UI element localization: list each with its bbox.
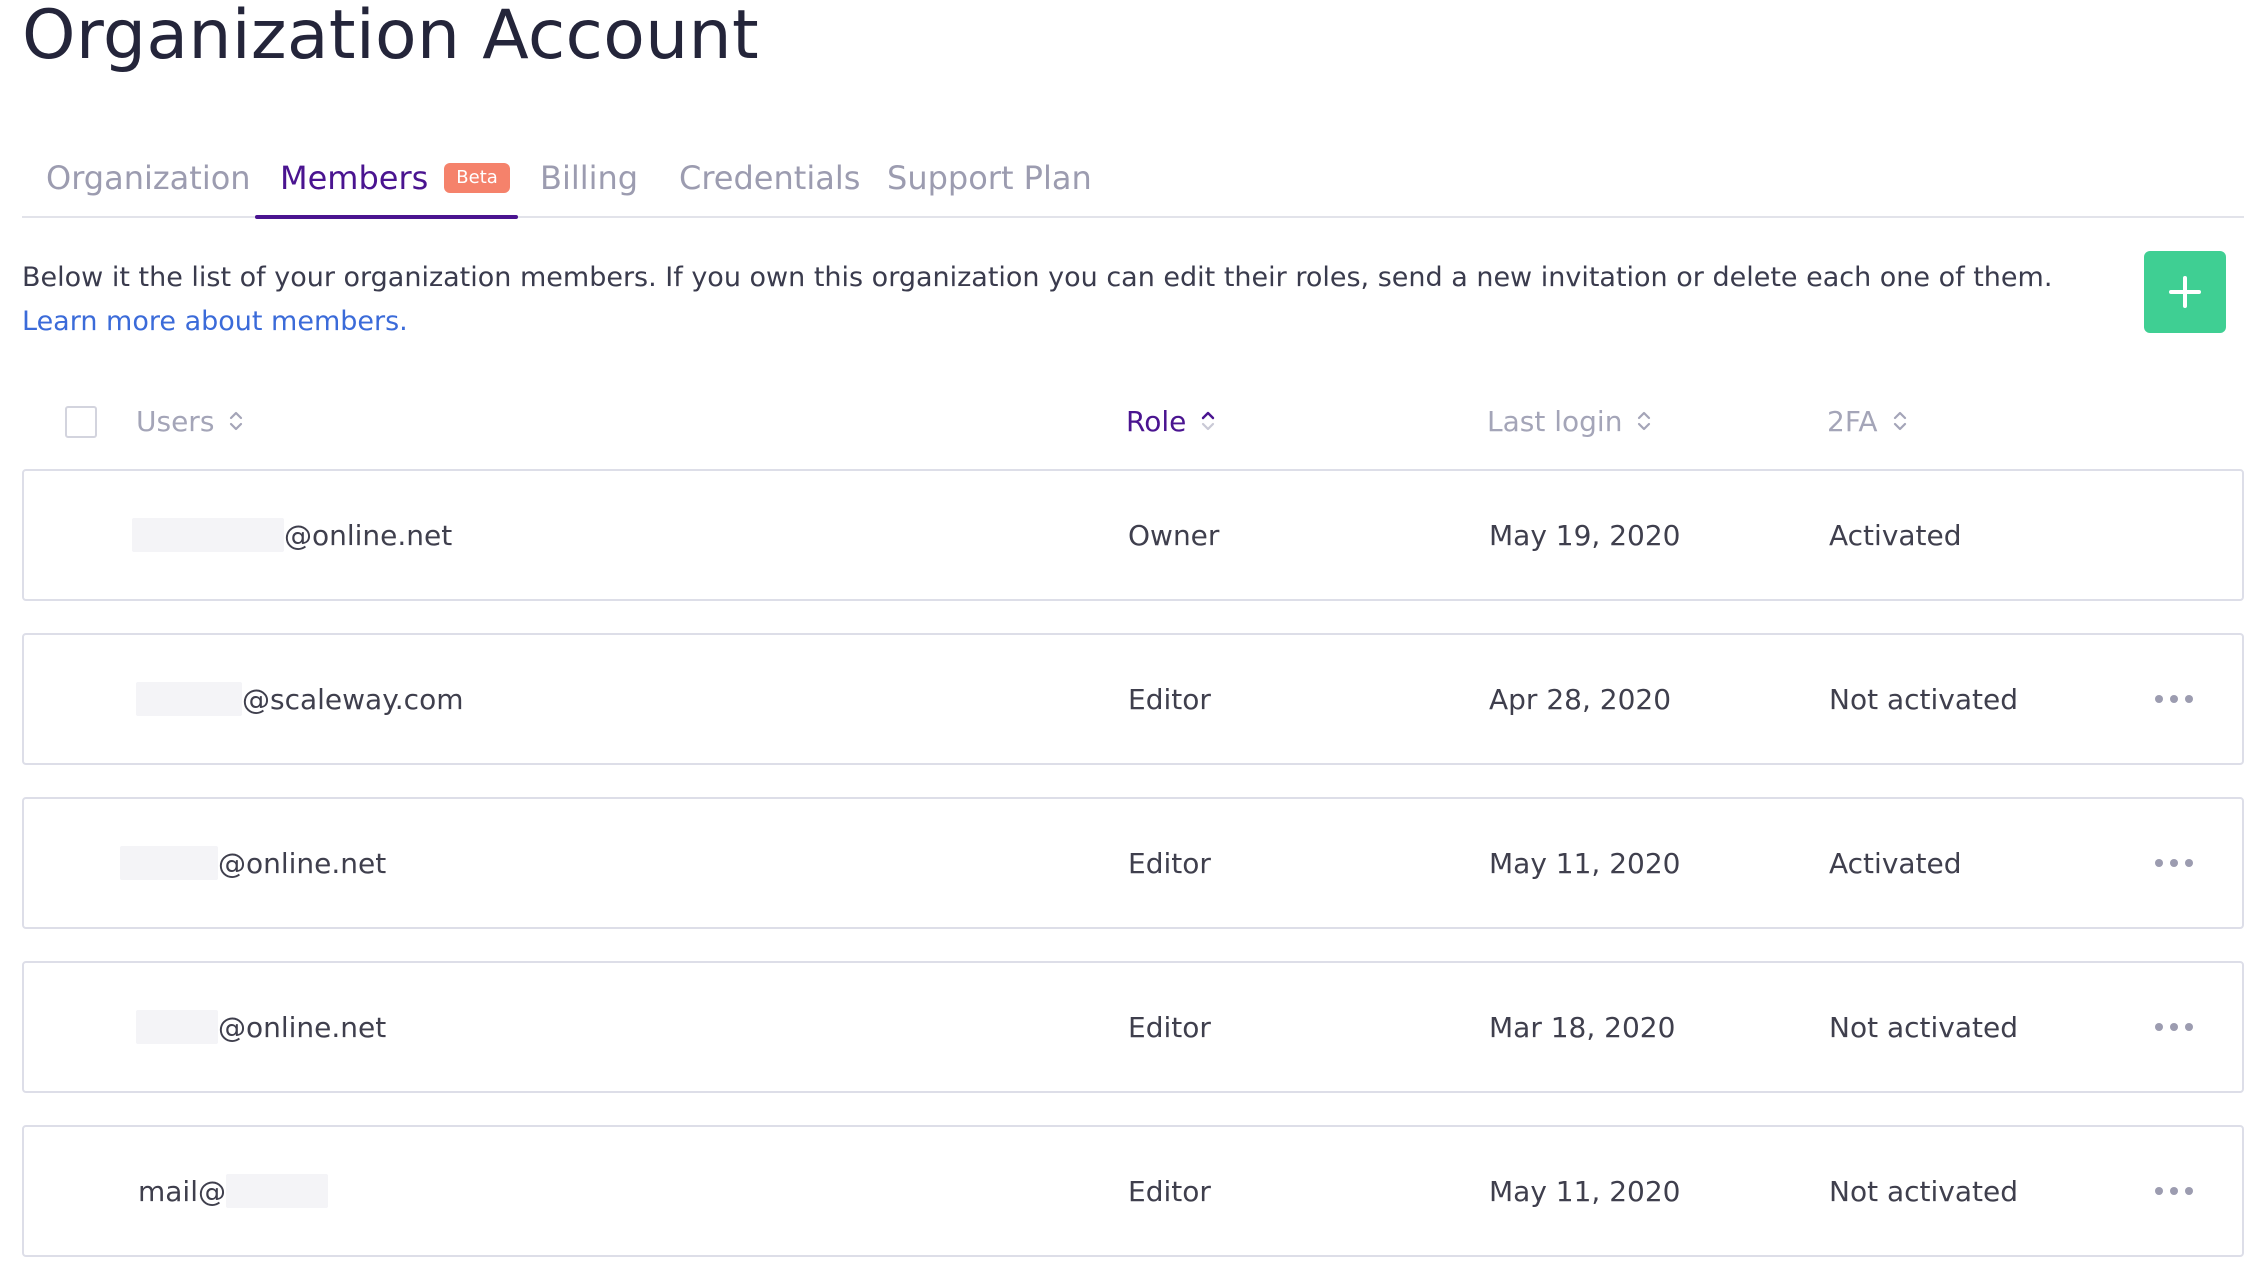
more-horizontal-icon [2155,695,2193,703]
tab-organization[interactable]: Organization [46,140,251,216]
twofa-cell: Activated [1829,846,1962,880]
last-login-cell: May 19, 2020 [1489,518,1681,552]
last-login-cell: May 11, 2020 [1489,846,1681,880]
column-label: Users [136,404,215,438]
more-options-button[interactable] [2146,1171,2202,1211]
role-cell: Editor [1128,1174,1211,1208]
column-label: Last login [1487,404,1623,438]
role-cell: Editor [1128,846,1211,880]
column-label: Role [1126,404,1187,438]
active-tab-indicator [255,215,518,219]
tab-billing[interactable]: Billing [540,140,638,216]
beta-badge: Beta [444,163,510,193]
column-label: 2FA [1827,404,1878,438]
sort-ascending-icon [1200,409,1216,433]
more-options-button[interactable] [2146,1007,2202,1047]
table-header: Users Role Last login 2FA [22,390,2244,452]
table-row[interactable]: @online.net Owner May 19, 2020 Activated [22,469,2244,601]
tab-support-plan[interactable]: Support Plan [887,140,1092,216]
user-cell: @scaleway.com [136,635,463,763]
more-options-button[interactable] [2146,679,2202,719]
tab-members[interactable]: Members Beta [280,140,510,216]
last-login-cell: Mar 18, 2020 [1489,1010,1676,1044]
sort-icon [1892,409,1908,433]
role-cell: Editor [1128,1010,1211,1044]
more-horizontal-icon [2155,1187,2193,1195]
twofa-cell: Activated [1829,518,1962,552]
add-member-button[interactable] [2144,251,2226,333]
table-row[interactable]: mail@ Editor May 11, 2020 Not activated [22,1125,2244,1257]
sort-icon [228,409,244,433]
column-header-last-login[interactable]: Last login [1487,390,1652,452]
user-cell: mail@ [138,1127,328,1255]
twofa-cell: Not activated [1829,1010,2018,1044]
redacted-text [132,518,284,552]
tab-label: Credentials [679,159,861,197]
role-cell: Owner [1128,518,1220,552]
tab-label: Members [280,159,429,197]
description-text: Below it the list of your organization m… [22,262,2053,293]
user-email: @online.net [218,846,387,880]
user-email: @online.net [218,1010,387,1044]
table-row[interactable]: @online.net Editor Mar 18, 2020 Not acti… [22,961,2244,1093]
twofa-cell: Not activated [1829,1174,2018,1208]
tab-label: Organization [46,159,251,197]
more-horizontal-icon [2155,1023,2193,1031]
role-cell: Editor [1128,682,1211,716]
column-header-role[interactable]: Role [1126,390,1216,452]
tab-bar: Organization Members Beta Billing Creden… [22,140,2244,219]
redacted-text [136,1010,218,1044]
user-email: @online.net [284,518,453,552]
table-row[interactable]: @scaleway.com Editor Apr 28, 2020 Not ac… [22,633,2244,765]
user-email: @scaleway.com [242,682,464,716]
tab-label: Support Plan [887,159,1092,197]
select-all-checkbox[interactable] [65,406,97,438]
tab-credentials[interactable]: Credentials [679,140,860,216]
tab-label: Billing [540,159,639,197]
twofa-cell: Not activated [1829,682,2018,716]
page-title: Organization Account [22,0,759,75]
user-cell: @online.net [120,799,386,927]
column-header-2fa[interactable]: 2FA [1827,390,1908,452]
table-row[interactable]: @online.net Editor May 11, 2020 Activate… [22,797,2244,929]
column-header-users[interactable]: Users [136,390,244,452]
redacted-text [120,846,218,880]
more-horizontal-icon [2155,859,2193,867]
user-cell: @online.net [136,963,386,1091]
more-options-button[interactable] [2146,843,2202,883]
last-login-cell: May 11, 2020 [1489,1174,1681,1208]
last-login-cell: Apr 28, 2020 [1489,682,1672,716]
user-cell: @online.net [132,471,452,599]
learn-more-link[interactable]: Learn more about members. [22,306,408,337]
redacted-text [136,682,242,716]
user-email: mail@ [138,1174,226,1208]
plus-icon [2169,276,2201,308]
members-description: Below it the list of your organization m… [22,256,2072,344]
sort-icon [1636,409,1652,433]
redacted-text [226,1174,328,1208]
